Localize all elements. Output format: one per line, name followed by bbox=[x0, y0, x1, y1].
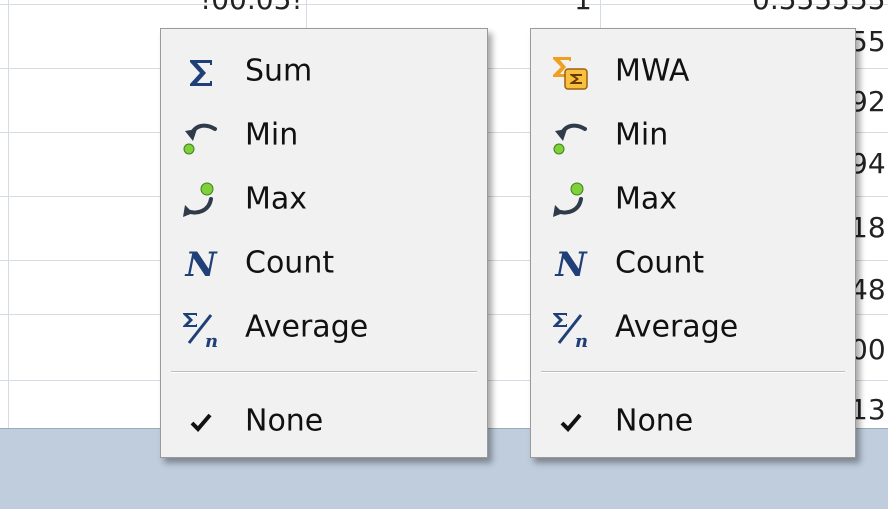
menu-item-label: Count bbox=[615, 245, 705, 281]
menu-item-count[interactable]: N Count bbox=[531, 235, 855, 291]
menu-item-min[interactable]: Min bbox=[161, 107, 487, 163]
max-icon bbox=[551, 181, 591, 221]
menu-item-sum[interactable]: Sum bbox=[161, 43, 487, 99]
min-icon bbox=[181, 117, 221, 157]
grid-col-line bbox=[8, 0, 9, 428]
menu-item-label: None bbox=[245, 403, 324, 439]
grid-cell: 0.555555 bbox=[752, 0, 886, 14]
svg-text:n: n bbox=[575, 331, 588, 349]
grid-cell: 1 bbox=[574, 0, 592, 14]
checkmark-icon bbox=[181, 403, 221, 443]
average-icon: n bbox=[551, 309, 591, 349]
menu-item-label: None bbox=[615, 403, 694, 439]
svg-text:n: n bbox=[205, 331, 218, 349]
menu-item-label: Max bbox=[245, 181, 308, 217]
menu-item-label: Min bbox=[245, 117, 299, 153]
max-icon bbox=[181, 181, 221, 221]
menu-item-none[interactable]: None bbox=[161, 393, 487, 449]
menu-item-none[interactable]: None bbox=[531, 393, 855, 449]
menu-item-label: Sum bbox=[245, 53, 313, 89]
checkmark-icon bbox=[551, 403, 591, 443]
menu-item-average[interactable]: n Average bbox=[531, 299, 855, 355]
menu-separator bbox=[171, 371, 477, 373]
menu-item-average[interactable]: n Average bbox=[161, 299, 487, 355]
mwa-icon bbox=[551, 53, 591, 93]
menu-separator bbox=[541, 371, 845, 373]
count-n-icon: N bbox=[185, 245, 217, 285]
menu-item-mwa[interactable]: MWA bbox=[531, 43, 855, 99]
grid-cell: !00.05! bbox=[200, 0, 303, 14]
menu-item-label: Average bbox=[615, 309, 739, 345]
menu-item-label: Average bbox=[245, 309, 369, 345]
menu-item-count[interactable]: N Count bbox=[161, 235, 487, 291]
sigma-icon bbox=[181, 53, 221, 93]
menu-item-label: Max bbox=[615, 181, 678, 217]
aggregate-menu-right: MWA Min Max N Count n Average None bbox=[530, 28, 856, 458]
menu-item-min[interactable]: Min bbox=[531, 107, 855, 163]
menu-item-max[interactable]: Max bbox=[161, 171, 487, 227]
menu-item-label: Count bbox=[245, 245, 335, 281]
average-icon: n bbox=[181, 309, 221, 349]
min-icon bbox=[551, 117, 591, 157]
menu-item-label: Min bbox=[615, 117, 669, 153]
count-n-icon: N bbox=[555, 245, 587, 285]
aggregate-menu-left: Sum Min Max N Count n Average None bbox=[160, 28, 488, 458]
menu-item-label: MWA bbox=[615, 53, 690, 89]
menu-item-max[interactable]: Max bbox=[531, 171, 855, 227]
